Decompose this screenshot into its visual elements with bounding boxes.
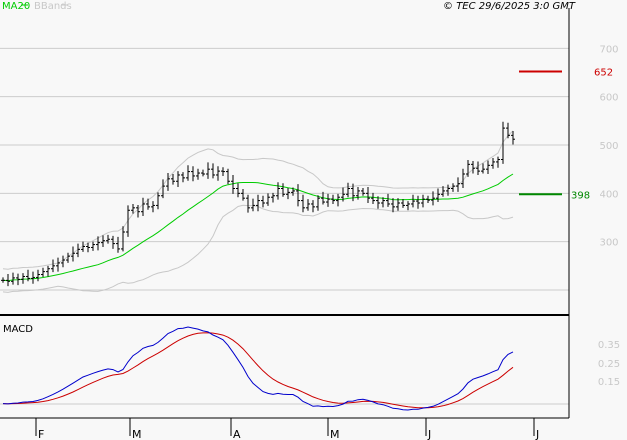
legend-ma20: MA20	[2, 1, 30, 12]
legend-bbands: BBands	[34, 1, 72, 12]
month-label: J	[427, 428, 431, 440]
stock-chart: 700 600 500 400 300 652 398 0.35 0.25 0.15 F M A M J J …	[0, 0, 627, 440]
macd-tick-label: 0.25	[598, 359, 620, 370]
ma20-line	[2, 173, 514, 282]
price-tick-label: 400	[599, 189, 618, 200]
month-label: F	[38, 428, 44, 440]
macd-tick-label: 0.15	[598, 377, 620, 388]
macd-label: MACD	[3, 324, 33, 335]
macd-tick-label: 0.35	[598, 340, 620, 351]
macd-line	[2, 326, 514, 411]
level-label: 398	[571, 190, 590, 201]
month-label: J	[535, 428, 539, 440]
month-label: M	[330, 428, 340, 440]
price-tick-label: 700	[599, 44, 618, 55]
chart-canvas: 7006005004003006523980.350.250.15F M A M J J …	[0, 1, 620, 440]
level-label: 652	[594, 68, 613, 79]
price-tick-label: 600	[599, 93, 618, 104]
price-tick-label: 500	[599, 141, 618, 152]
price-tick-label: 300	[599, 238, 618, 249]
macd-signal-line	[2, 332, 514, 409]
copyright-label: © TEC 29/6/2025 3:0 GMT	[443, 1, 576, 12]
month-label: A	[233, 428, 241, 440]
month-label: M	[132, 428, 142, 440]
